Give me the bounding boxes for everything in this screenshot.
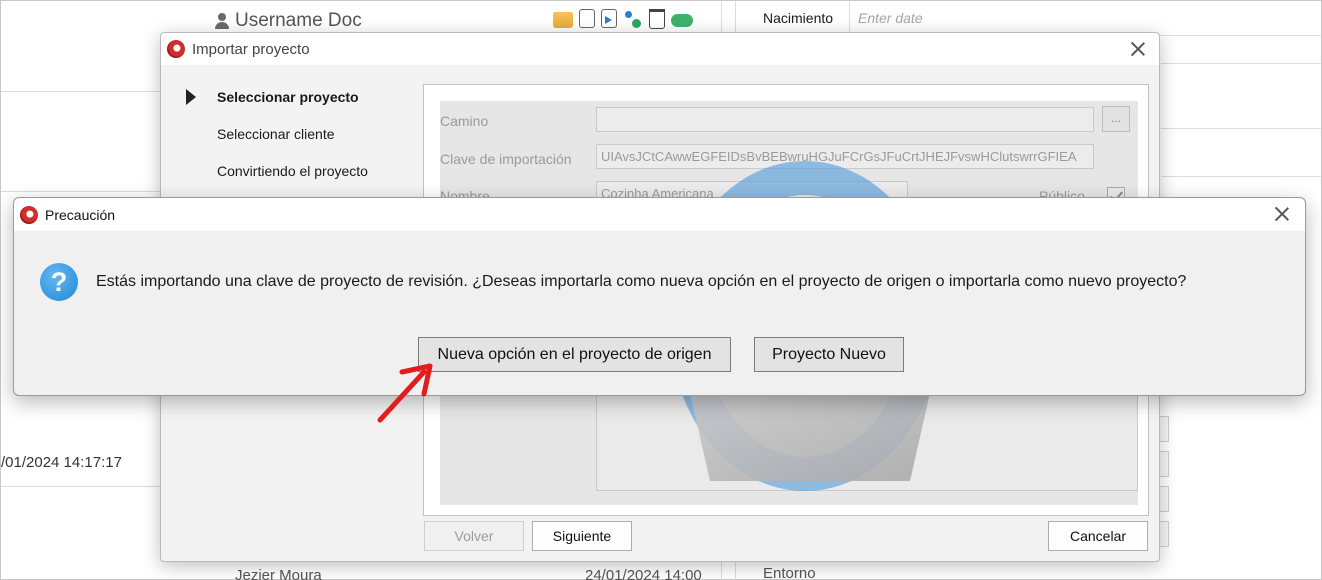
question-icon: ?	[40, 263, 78, 301]
caution-titlebar: Precaución	[14, 198, 1305, 231]
birth-date-input[interactable]: Enter date	[858, 10, 923, 26]
new-project-button[interactable]: Proyecto Nuevo	[754, 337, 904, 372]
row-divider	[1, 191, 161, 192]
open-folder-icon[interactable]	[553, 12, 573, 28]
trash-icon[interactable]	[649, 9, 665, 29]
list-item-date: 24/01/2024 14:00	[585, 567, 702, 580]
field-divider	[849, 1, 850, 35]
path-label: Camino	[440, 113, 489, 129]
app-logo-icon	[167, 40, 185, 58]
environment-label: Entorno	[763, 565, 816, 580]
copy-icon[interactable]	[579, 9, 595, 28]
caution-title: Precaución	[45, 206, 116, 223]
back-button[interactable]: Volver	[424, 521, 524, 551]
browse-button[interactable]: ...	[1102, 106, 1130, 132]
cancel-button[interactable]: Cancelar	[1048, 521, 1148, 551]
birth-label: Nacimiento	[763, 10, 834, 26]
list-item-owner: Jezier Moura	[235, 567, 322, 580]
caution-dialog: Precaución ? Estás importando una clave …	[13, 197, 1306, 396]
close-icon[interactable]	[1273, 205, 1291, 223]
move-icon[interactable]	[601, 9, 617, 28]
wizard-steps: Seleccionar proyecto Seleccionar cliente…	[181, 89, 368, 200]
import-key-label: Clave de importación	[440, 151, 572, 167]
caution-message: Estás importando una clave de proyecto d…	[96, 273, 1187, 290]
row-divider	[1, 91, 161, 92]
row-divider	[1161, 128, 1321, 129]
app-logo-icon	[20, 205, 38, 224]
row-divider	[1161, 63, 1321, 64]
current-step-arrow-icon	[186, 89, 196, 105]
annotation-arrow-icon	[377, 363, 433, 423]
row-divider	[1161, 176, 1321, 177]
close-icon[interactable]	[1129, 40, 1147, 58]
tree-icon[interactable]	[623, 9, 643, 29]
import-key-input[interactable]: UIAvsJCtCAwwEGFEIDsBvBEBwruHGJuFCrGsJFuC…	[596, 144, 1094, 169]
wizard-step-converting: Convirtiendo el proyecto	[217, 163, 368, 179]
row-divider	[1, 486, 161, 487]
list-timestamp: /01/2024 14:17:17	[1, 454, 122, 471]
wizard-step-select-client: Seleccionar cliente	[217, 126, 335, 142]
new-option-in-source-project-button[interactable]: Nueva opción en el proyecto de origen	[418, 337, 731, 372]
wizard-step-select-project: Seleccionar proyecto	[181, 89, 368, 126]
user-header: Username Doc	[215, 10, 362, 32]
next-button[interactable]: Siguiente	[532, 521, 632, 551]
path-input[interactable]	[596, 107, 1094, 132]
user-icon	[215, 13, 229, 29]
dialog-title: Importar proyecto	[192, 40, 310, 58]
cloud-icon[interactable]	[671, 14, 693, 27]
username-label: Username Doc	[235, 10, 362, 31]
dialog-titlebar: Importar proyecto	[161, 33, 1159, 65]
project-toolbar	[553, 9, 693, 29]
